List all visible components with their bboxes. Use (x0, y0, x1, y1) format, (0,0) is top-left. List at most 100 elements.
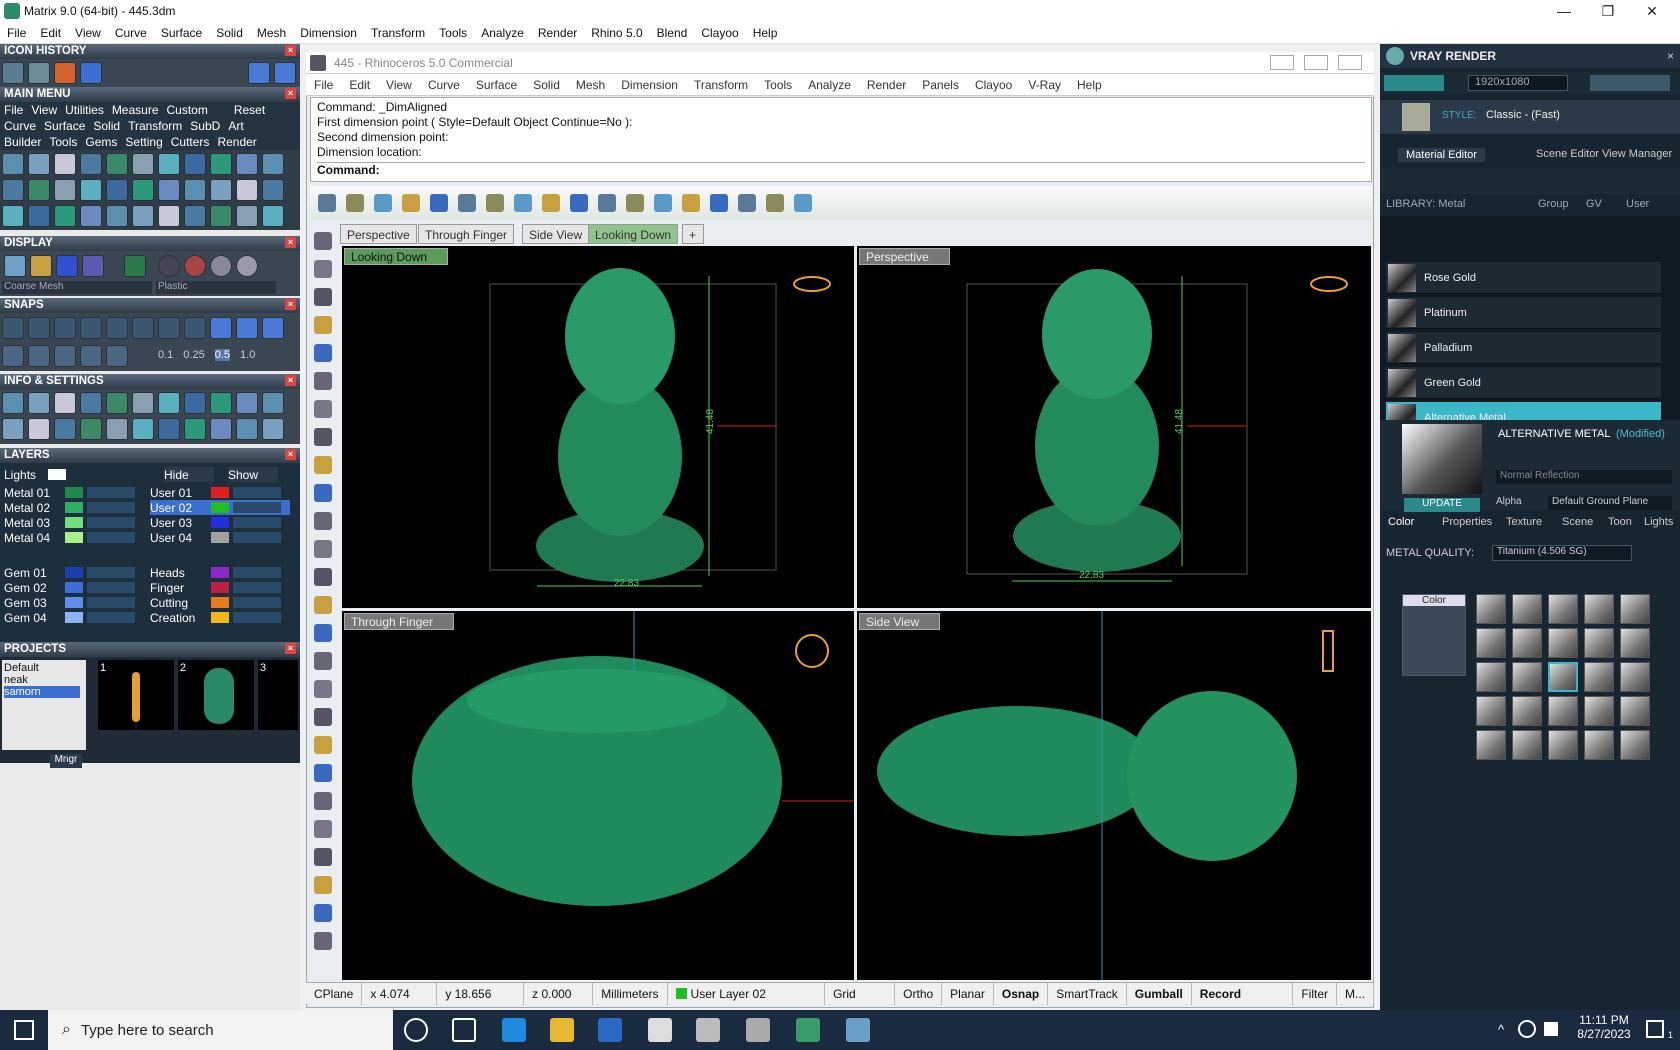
layer-toggle-icons[interactable] (87, 567, 135, 578)
vertical-tool-icon[interactable] (314, 624, 332, 642)
doc-menu-edit[interactable]: Edit (341, 78, 378, 92)
tab-scene[interactable]: Scene (1562, 516, 1593, 528)
update-button[interactable]: UPDATE (1404, 498, 1480, 512)
viewport-label-side-view[interactable]: Side View (859, 613, 941, 630)
setting-icon[interactable] (106, 418, 128, 440)
toolbar-icon[interactable] (402, 194, 420, 212)
vertical-tool-icon[interactable] (314, 876, 332, 894)
tool-icon[interactable] (28, 179, 50, 201)
render-mode-icons[interactable] (1384, 75, 1444, 91)
cat-gems[interactable]: Gems (81, 135, 121, 149)
layer-row[interactable]: Metal 01 (4, 485, 144, 500)
wireframe-icon[interactable] (4, 255, 26, 277)
cat-builder[interactable]: Builder (0, 135, 45, 149)
sphere-1-icon[interactable] (158, 255, 180, 277)
doc-menu-surface[interactable]: Surface (468, 78, 525, 92)
mail-icon[interactable] (648, 1018, 672, 1042)
layer-toggle-icons[interactable] (87, 487, 135, 498)
toolbar-icon[interactable] (542, 194, 560, 212)
close-button[interactable]: ✕ (1630, 0, 1674, 22)
tool-icon[interactable] (184, 205, 206, 227)
project-thumb-1[interactable]: 1 (98, 660, 174, 730)
layer-toggle-icons[interactable] (233, 487, 281, 498)
tool-icon[interactable] (262, 179, 284, 201)
status-more[interactable]: M... (1337, 982, 1374, 1005)
display-mode-select[interactable]: Coarse Mesh (2, 281, 152, 294)
doc-menu-file[interactable]: File (306, 78, 341, 92)
metal-swatch[interactable] (1584, 696, 1614, 726)
tool-icon[interactable] (236, 179, 258, 201)
setting-icon[interactable] (132, 392, 154, 414)
layer-color-swatch[interactable] (211, 612, 229, 623)
setting-icon[interactable] (184, 392, 206, 414)
project-samorn[interactable]: samorn (4, 686, 80, 698)
setting-icon[interactable] (236, 392, 258, 414)
setting-icon[interactable] (158, 418, 180, 440)
tab-material-editor[interactable]: Material Editor (1398, 148, 1485, 162)
layer-toggle-icons[interactable] (87, 532, 135, 543)
menu-file[interactable]: File (0, 103, 27, 117)
metal-swatch[interactable] (1620, 594, 1650, 624)
tool-icon[interactable] (158, 153, 180, 175)
setting-icon[interactable] (54, 418, 76, 440)
snap-icon[interactable] (184, 317, 206, 339)
menu-view[interactable]: View (68, 26, 108, 40)
sphere-4-icon[interactable] (236, 255, 258, 277)
cat-cutters[interactable]: Cutters (167, 135, 214, 149)
doc-menu-dimension[interactable]: Dimension (613, 78, 686, 92)
setting-icon[interactable] (106, 392, 128, 414)
layer-row[interactable]: Creation (150, 610, 290, 625)
menu-analyze[interactable]: Analyze (474, 26, 531, 40)
menu-rhino-5-0[interactable]: Rhino 5.0 (584, 26, 649, 40)
vertical-tool-icon[interactable] (314, 372, 332, 390)
doc-menu-solid[interactable]: Solid (525, 78, 568, 92)
vertical-tool-icon[interactable] (314, 344, 332, 362)
material-item[interactable]: Platinum (1386, 297, 1661, 329)
toolbar-icon[interactable] (318, 194, 336, 212)
layer-row[interactable]: User 01 (150, 485, 290, 500)
history-icon-1[interactable] (2, 62, 24, 84)
layer-row[interactable]: Cutting (150, 595, 290, 610)
vertical-tool-icon[interactable] (314, 736, 332, 754)
layer-row[interactable]: Metal 03 (4, 515, 144, 530)
layer-color-swatch[interactable] (211, 597, 229, 608)
toolbar-icon[interactable] (654, 194, 672, 212)
tool-icon[interactable] (28, 205, 50, 227)
toolbar-icon[interactable] (738, 194, 756, 212)
snap-option-icon[interactable] (80, 345, 102, 367)
render-view-icons[interactable] (1590, 75, 1670, 91)
close-icon[interactable]: × (285, 643, 296, 654)
manager-button[interactable]: Mngr (50, 754, 82, 768)
snap-icon[interactable] (262, 317, 284, 339)
metal-swatch[interactable] (1584, 730, 1614, 760)
tab-texture[interactable]: Texture (1506, 516, 1542, 528)
menu-blend[interactable]: Blend (650, 26, 695, 40)
layer-color-swatch[interactable] (65, 582, 83, 593)
close-icon[interactable]: × (1667, 49, 1674, 63)
layer-row[interactable]: Gem 01 (4, 565, 144, 580)
close-icon[interactable]: × (285, 299, 296, 310)
layer-toggle-icons[interactable] (87, 597, 135, 608)
tool-icon[interactable] (262, 153, 284, 175)
layer-row[interactable]: Gem 04 (4, 610, 144, 625)
snap-option-icon[interactable] (54, 345, 76, 367)
snap-icon[interactable] (158, 317, 180, 339)
tool-icon[interactable] (2, 179, 24, 201)
viewport-perspective[interactable]: Perspective 22.83 41.48 (857, 246, 1371, 608)
menu-tools[interactable]: Tools (432, 26, 474, 40)
layer-color-swatch[interactable] (65, 532, 83, 543)
layer-row[interactable]: Metal 02 (4, 500, 144, 515)
tool-icon[interactable] (262, 205, 284, 227)
layer-color-swatch[interactable] (211, 487, 229, 498)
tab-color[interactable]: Color (1388, 516, 1414, 528)
viewport-label-looking-down[interactable]: Looking Down (344, 248, 449, 265)
metal-swatch[interactable] (1620, 662, 1650, 692)
layer-toggle-icons[interactable] (233, 517, 281, 528)
doc-menu-tools[interactable]: Tools (756, 78, 800, 92)
toolbar-icon[interactable] (626, 194, 644, 212)
status-smarttrack[interactable]: SmartTrack (1048, 982, 1127, 1005)
vertical-tool-icon[interactable] (314, 652, 332, 670)
layer-color-swatch[interactable] (65, 517, 83, 528)
vertical-tool-icon[interactable] (314, 456, 332, 474)
snap-icon[interactable] (132, 317, 154, 339)
